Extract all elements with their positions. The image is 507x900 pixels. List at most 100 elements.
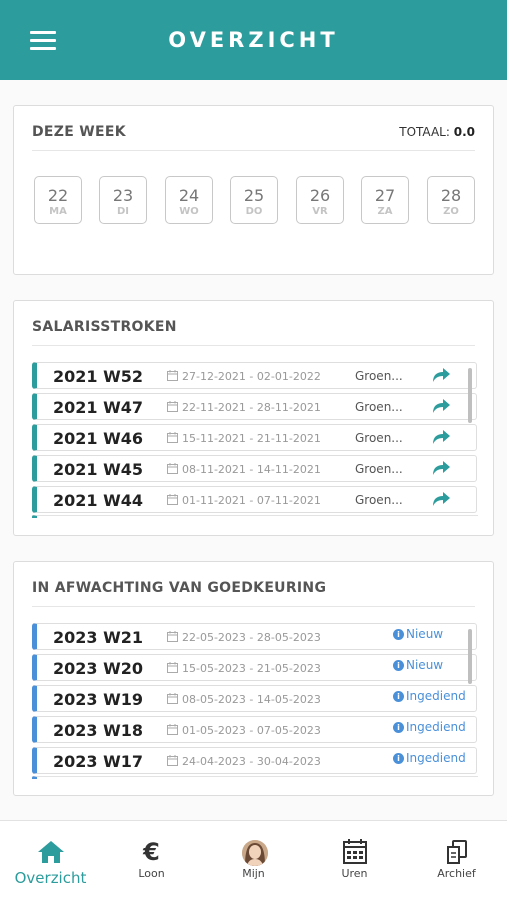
pending-week-row[interactable]: 2023 W19 08-05-2023 - 14-05-2023 i Ingedi… [32, 685, 477, 712]
avatar-icon [242, 840, 268, 866]
status-badge: i Ingediend [393, 720, 466, 734]
row-week: 2023 W20 [53, 659, 144, 678]
row-dates: 08-05-2023 - 14-05-2023 [182, 693, 321, 706]
pending-approval-list[interactable]: 2023 W21 22-05-2023 - 28-05-2023 i Nieuw … [32, 623, 478, 779]
archive-icon [447, 840, 467, 864]
status-badge: i Ingediend [393, 689, 466, 703]
tab-label: Archief [437, 867, 476, 880]
row-status: Groen... [355, 369, 403, 383]
calendar-icon [167, 724, 178, 735]
day-number: 24 [178, 186, 200, 205]
week-total-label: TOTAAL: [399, 125, 450, 139]
salary-slip-row[interactable]: 2021 W44 01-11-2021 - 07-11-2021 Groen..… [32, 486, 477, 513]
euro-icon: € [143, 838, 160, 866]
salary-slip-row[interactable]: 2021 W47 22-11-2021 - 28-11-2021 Groen..… [32, 393, 477, 420]
scrollbar[interactable] [468, 368, 472, 423]
day-tile[interactable]: 27 ZA [361, 176, 409, 224]
status-text: Nieuw [406, 627, 444, 641]
pending-week-row[interactable]: 2023 W17 24-04-2023 - 30-04-2023 i Ingedi… [32, 747, 477, 774]
row-week: 2021 W46 [53, 429, 144, 448]
salary-slips-card: SALARISSTROKEN 2021 W52 27-12-2021 - 02-… [13, 300, 494, 536]
row-dates: 24-04-2023 - 30-04-2023 [182, 755, 321, 768]
list-next-row-edge [32, 515, 478, 518]
day-name: WO [179, 206, 199, 217]
tab-uren[interactable]: Uren [304, 821, 405, 900]
day-tile[interactable]: 24 WO [165, 176, 213, 224]
divider [32, 150, 475, 151]
calendar-icon [167, 755, 178, 766]
row-week: 2023 W21 [53, 628, 144, 647]
calendar-icon [167, 662, 178, 673]
day-name: VR [312, 206, 328, 217]
row-status: Groen... [355, 493, 403, 507]
pending-approval-card: IN AFWACHTING VAN GOEDKEURING 2023 W21 2… [13, 561, 494, 796]
row-week: 2023 W17 [53, 752, 144, 771]
scrollbar[interactable] [468, 629, 472, 684]
calendar-icon [167, 631, 178, 642]
avatar [242, 840, 268, 866]
day-tile[interactable]: 28 ZO [427, 176, 475, 224]
day-name: DO [245, 206, 263, 217]
home-icon [38, 841, 64, 863]
row-dates: 22-11-2021 - 28-11-2021 [182, 401, 321, 414]
row-status: Groen... [355, 462, 403, 476]
status-badge: i Nieuw [393, 627, 443, 641]
share-icon[interactable] [430, 490, 452, 508]
pending-week-row[interactable]: 2023 W21 22-05-2023 - 28-05-2023 i Nieuw [32, 623, 477, 650]
calendar-icon [167, 370, 178, 381]
salary-slips-title: SALARISSTROKEN [32, 319, 177, 335]
week-total-value: 0.0 [453, 125, 475, 139]
week-card: DEZE WEEK TOTAAL: 0.0 22 MA 23 DI 24 WO 25 D… [13, 105, 494, 275]
pending-week-row[interactable]: 2023 W18 01-05-2023 - 07-05-2023 i Ingedi… [32, 716, 477, 743]
day-tile[interactable]: 22 MA [34, 176, 82, 224]
info-icon: i [393, 629, 404, 640]
row-dates: 01-11-2021 - 07-11-2021 [182, 494, 321, 507]
share-icon[interactable] [430, 366, 452, 384]
week-total: TOTAAL: 0.0 [399, 125, 475, 139]
day-tile[interactable]: 23 DI [99, 176, 147, 224]
list-next-row-edge [32, 776, 478, 779]
tab-label: Loon [138, 867, 165, 880]
salary-slips-list[interactable]: 2021 W52 27-12-2021 - 02-01-2022 Groen..… [32, 362, 478, 518]
info-icon: i [393, 753, 404, 764]
salary-slip-row[interactable]: 2021 W45 08-11-2021 - 14-11-2021 Groen..… [32, 455, 477, 482]
day-name: ZA [377, 206, 393, 217]
info-icon: i [393, 722, 404, 733]
day-number: 28 [440, 186, 462, 205]
week-card-title: DEZE WEEK [32, 124, 126, 140]
salary-slip-row[interactable]: 2021 W52 27-12-2021 - 02-01-2022 Groen..… [32, 362, 477, 389]
pending-approval-title: IN AFWACHTING VAN GOEDKEURING [32, 580, 327, 596]
day-tile[interactable]: 26 VR [296, 176, 344, 224]
status-text: Nieuw [406, 658, 444, 672]
tab-mijn[interactable]: Mijn [203, 821, 304, 900]
tab-label: Mijn [242, 867, 265, 880]
divider [32, 345, 475, 346]
tab-archief[interactable]: Archief [406, 821, 507, 900]
row-status: Groen... [355, 400, 403, 414]
tab-loon[interactable]: € Loon [101, 821, 202, 900]
status-badge: i Ingediend [393, 751, 466, 765]
calendar-icon [167, 494, 178, 505]
tab-overzicht[interactable]: Overzicht [0, 821, 101, 900]
row-week: 2021 W47 [53, 398, 144, 417]
calendar-icon [167, 432, 178, 443]
info-icon: i [393, 691, 404, 702]
info-icon: i [393, 660, 404, 671]
pending-week-row[interactable]: 2023 W20 15-05-2023 - 21-05-2023 i Nieuw [32, 654, 477, 681]
status-text: Ingediend [406, 751, 466, 765]
week-day-strip: 22 MA 23 DI 24 WO 25 DO 26 VR 27 ZA 28 ZO [34, 176, 476, 226]
status-text: Ingediend [406, 720, 466, 734]
row-dates: 01-05-2023 - 07-05-2023 [182, 724, 321, 737]
share-icon[interactable] [430, 428, 452, 446]
day-tile[interactable]: 25 DO [230, 176, 278, 224]
salary-slip-row[interactable]: 2021 W46 15-11-2021 - 21-11-2021 Groen..… [32, 424, 477, 451]
calendar-icon [167, 693, 178, 704]
share-icon[interactable] [430, 397, 452, 415]
day-number: 27 [374, 186, 396, 205]
divider [32, 606, 475, 607]
row-dates: 08-11-2021 - 14-11-2021 [182, 463, 321, 476]
row-week: 2023 W19 [53, 690, 144, 709]
row-week: 2021 W52 [53, 367, 144, 386]
app-header: OVERZICHT [0, 0, 507, 80]
share-icon[interactable] [430, 459, 452, 477]
